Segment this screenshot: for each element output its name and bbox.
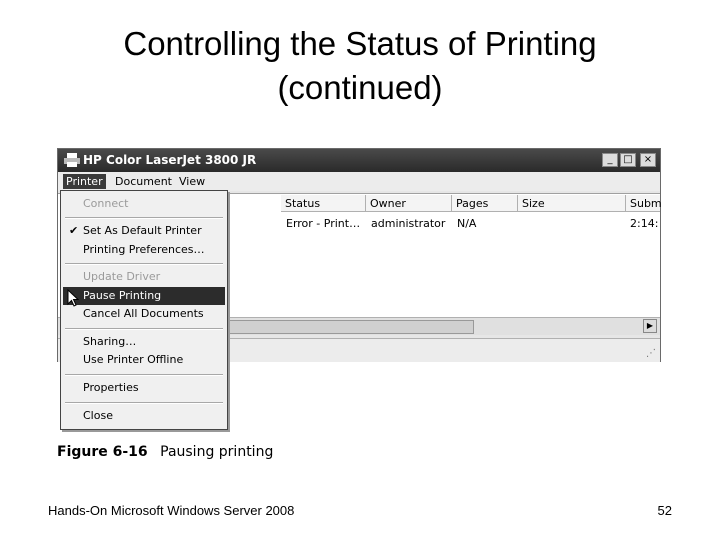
menu-separator [65, 263, 223, 265]
menu-document[interactable]: Document [112, 174, 175, 189]
printer-icon [64, 153, 80, 167]
slide-title-line1: Controlling the Status of Printing [123, 25, 597, 62]
menu-view[interactable]: View [176, 174, 208, 189]
job-status-cell[interactable]: Error - Print… [286, 216, 360, 231]
column-header-status[interactable]: Status [281, 195, 366, 212]
footer-book-title: Hands-On Microsoft Windows Server 2008 [48, 503, 295, 518]
menu-item-printing-preferences[interactable]: Printing Preferences… [63, 241, 225, 259]
scroll-right-arrow-icon[interactable]: ▶ [643, 319, 657, 333]
menu-item-label: Use Printer Offline [83, 353, 184, 366]
close-button[interactable]: × [640, 153, 656, 167]
menu-item-sharing[interactable]: Sharing… [63, 333, 225, 351]
maximize-button[interactable]: □ [620, 153, 636, 167]
menu-item-label: Properties [83, 381, 139, 394]
menu-item-pause-printing[interactable]: Pause Printing [63, 287, 225, 307]
resize-grip-icon[interactable]: ⋰ [646, 348, 658, 360]
menu-item-label: Update Driver [83, 270, 161, 283]
column-header-submitted[interactable]: Subm [626, 195, 662, 212]
menu-item-properties[interactable]: Properties [63, 379, 225, 397]
figure-caption-text: Pausing printing [160, 444, 274, 460]
menu-separator [65, 217, 223, 219]
figure-caption: Figure 6-16 Pausing printing [57, 444, 273, 460]
menu-printer[interactable]: Printer [63, 174, 106, 189]
menu-item-use-offline[interactable]: Use Printer Offline [63, 351, 225, 369]
slide-title: Controlling the Status of Printing (cont… [0, 22, 720, 110]
menu-item-close[interactable]: Close [63, 407, 225, 425]
menu-item-label: Printing Preferences… [83, 243, 205, 256]
menu-bar: Printer Document View [58, 172, 660, 191]
menu-separator [65, 374, 223, 376]
column-header-pages[interactable]: Pages [452, 195, 518, 212]
menu-item-label: Connect [83, 197, 129, 210]
menu-item-connect[interactable]: Connect [63, 195, 225, 213]
printer-menu-dropdown: Connect ✔ Set As Default Printer Printin… [60, 190, 228, 430]
menu-item-label: Cancel All Documents [83, 307, 204, 320]
column-header-size[interactable]: Size [518, 195, 626, 212]
menu-item-update-driver[interactable]: Update Driver [63, 268, 225, 286]
job-pages-cell[interactable]: N/A [457, 216, 476, 231]
slide-title-line2: (continued) [277, 69, 443, 106]
page-number: 52 [657, 503, 672, 518]
checkmark-icon: ✔ [69, 224, 79, 237]
column-header-owner[interactable]: Owner [366, 195, 452, 212]
menu-item-label: Set As Default Printer [83, 224, 202, 237]
job-submitted-cell[interactable]: 2:14: [630, 216, 658, 231]
window-titlebar[interactable]: HP Color LaserJet 3800 JR _ □ × [58, 149, 660, 172]
menu-separator [65, 328, 223, 330]
figure-number: Figure 6-16 [57, 444, 148, 460]
menu-item-label: Close [83, 409, 113, 422]
menu-item-label: Sharing… [83, 335, 137, 348]
window-title: HP Color LaserJet 3800 JR [83, 153, 257, 167]
menu-item-label: Pause Printing [83, 289, 162, 302]
minimize-button[interactable]: _ [602, 153, 618, 167]
menu-item-cancel-all[interactable]: Cancel All Documents [63, 305, 225, 323]
job-owner-cell[interactable]: administrator [371, 216, 445, 231]
menu-item-set-default[interactable]: ✔ Set As Default Printer [63, 222, 225, 240]
menu-separator [65, 402, 223, 404]
